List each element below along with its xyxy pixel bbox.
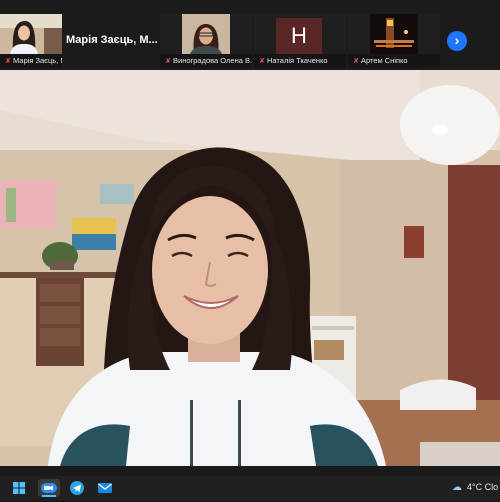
windows-start-icon[interactable] (10, 479, 28, 497)
participant-strip: ✘Марія Заєць, МРД-41 Марія Заєць, М... ✘… (0, 0, 500, 70)
muted-mic-icon: ✘ (353, 58, 359, 65)
speaker-video-frame (0, 70, 500, 466)
participant-tile-2[interactable]: ✘ Виноградова Олена В... (160, 14, 252, 68)
video-bottom-gap (0, 466, 500, 476)
cloud-icon: ☁ (452, 482, 462, 493)
participant-video-1 (0, 14, 62, 54)
weather-temp: 4°C (467, 482, 483, 492)
participant-name-2: ✘ Виноградова Олена В... (160, 54, 252, 68)
next-participants-button[interactable]: › (447, 31, 467, 51)
weather-text: Clo (484, 482, 499, 492)
weather-widget[interactable]: ☁ 4°C Clo (452, 482, 498, 493)
participant-video-4 (348, 14, 440, 54)
participant-tile-1[interactable]: ✘Марія Заєць, МРД-41 (0, 14, 62, 68)
telegram-icon[interactable] (68, 479, 86, 497)
participant-video-2 (160, 14, 252, 54)
mail-icon[interactable] (96, 479, 114, 497)
participant-name-1: ✘Марія Заєць, МРД-41 (0, 54, 62, 68)
avatar: H (276, 18, 322, 54)
participant-name-4: ✘ Артем Сніпко (348, 54, 440, 68)
participant-name-3: ✘ Наталія Ткаченко (254, 54, 346, 68)
participant-tile-4[interactable]: ✘ Артем Сніпко (348, 14, 440, 68)
zoom-icon[interactable] (38, 479, 60, 497)
main-video (0, 70, 500, 466)
muted-mic-icon: ✘ (165, 58, 171, 65)
muted-mic-icon: ✘ (259, 58, 265, 65)
spotlight-name: Марія Заєць, М... (66, 34, 158, 46)
windows-taskbar: ☁ 4°C Clo (0, 476, 500, 500)
muted-mic-icon: ✘ (5, 58, 11, 65)
